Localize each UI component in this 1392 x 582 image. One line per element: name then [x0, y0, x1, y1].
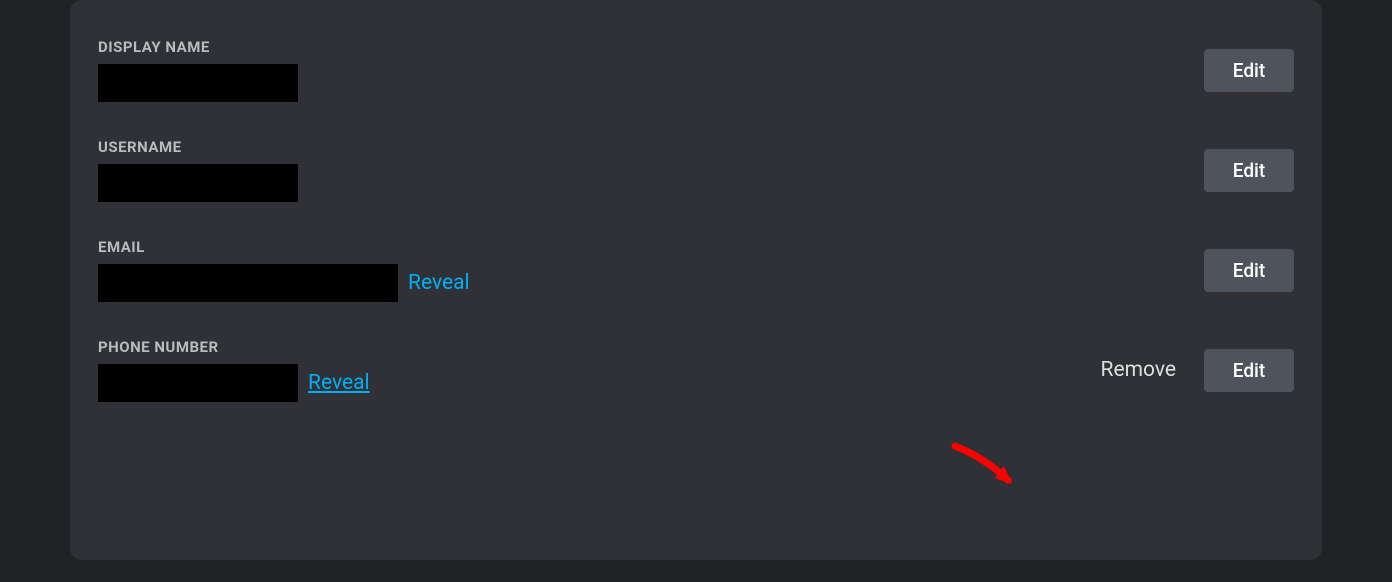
username-value-redacted — [98, 164, 298, 202]
username-value-row — [98, 164, 298, 202]
email-row: EMAIL Reveal Edit — [98, 220, 1294, 320]
reveal-email-link[interactable]: Reveal — [408, 271, 470, 295]
display-name-left: DISPLAY NAME — [98, 38, 298, 102]
phone-right: Remove Edit — [1101, 349, 1295, 392]
edit-phone-button[interactable]: Edit — [1204, 349, 1294, 392]
username-row: USERNAME Edit — [98, 120, 1294, 220]
phone-value-redacted — [98, 364, 298, 402]
edit-email-button[interactable]: Edit — [1204, 249, 1294, 292]
display-name-right: Edit — [1204, 49, 1294, 92]
phone-row: PHONE NUMBER Reveal Remove Edit — [98, 320, 1294, 420]
account-settings-panel: DISPLAY NAME Edit USERNAME Edit EMAIL Re… — [70, 0, 1322, 560]
display-name-label: DISPLAY NAME — [98, 38, 298, 56]
email-right: Edit — [1204, 249, 1294, 292]
phone-label: PHONE NUMBER — [98, 338, 370, 356]
display-name-value-redacted — [98, 64, 298, 102]
email-label: EMAIL — [98, 238, 470, 256]
username-left: USERNAME — [98, 138, 298, 202]
display-name-row: DISPLAY NAME Edit — [98, 20, 1294, 120]
phone-left: PHONE NUMBER Reveal — [98, 338, 370, 402]
username-right: Edit — [1204, 149, 1294, 192]
phone-value-row: Reveal — [98, 364, 370, 402]
email-value-row: Reveal — [98, 264, 470, 302]
edit-display-name-button[interactable]: Edit — [1204, 49, 1294, 92]
email-value-redacted — [98, 264, 398, 302]
display-name-value-row — [98, 64, 298, 102]
edit-username-button[interactable]: Edit — [1204, 149, 1294, 192]
email-left: EMAIL Reveal — [98, 238, 470, 302]
username-label: USERNAME — [98, 138, 298, 156]
remove-phone-link[interactable]: Remove — [1101, 358, 1177, 382]
reveal-phone-link[interactable]: Reveal — [308, 371, 370, 395]
